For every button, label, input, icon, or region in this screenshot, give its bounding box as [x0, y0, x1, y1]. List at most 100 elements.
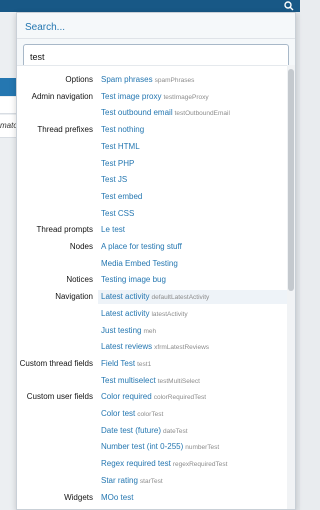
result-item[interactable]: Media Embed Testing: [98, 257, 287, 271]
result-item-label: Latest activity: [101, 308, 150, 318]
result-item[interactable]: Le test: [98, 223, 287, 237]
result-item[interactable]: Test CSS: [98, 207, 287, 221]
result-item-key: regexRequiredTest: [172, 461, 228, 469]
result-category-label: Thread prompts: [36, 225, 93, 235]
result-item-key: defaultLatestActivity: [151, 294, 210, 302]
result-row: Just testing meh: [17, 322, 287, 339]
result-item-label: Test CSS: [101, 208, 135, 218]
result-item-label: Date test (future): [101, 425, 162, 435]
result-row: Color test colorTest: [17, 405, 287, 422]
result-item[interactable]: Test multiselect testMultiSelect: [98, 374, 287, 388]
result-row: Star rating starTest: [17, 472, 287, 489]
result-item-key: latestActivity: [151, 310, 188, 318]
result-category-label: Nodes: [69, 242, 93, 251]
result-category-label: Widgets: [64, 492, 93, 502]
result-item-key: testOutboundEmail: [174, 110, 230, 118]
result-item[interactable]: Latest reviews xfrmLatestReviews: [98, 340, 287, 354]
result-item-label: A place for testing stuff: [101, 242, 182, 251]
result-category-label: Options: [65, 75, 93, 84]
result-item-label: Latest reviews: [101, 342, 153, 352]
result-item-key: testImageProxy: [163, 93, 209, 101]
search-dropdown: Search... Options Spam phrasesspamPhrases…: [16, 12, 296, 510]
result-item[interactable]: Star rating starTest: [98, 474, 287, 488]
result-item-label: Regex required test: [101, 459, 171, 469]
result-item[interactable]: Number test (int 0-255) numberTest: [98, 440, 287, 454]
result-item-key: meh: [143, 327, 157, 335]
result-item[interactable]: Spam phrases spamPhrases: [98, 73, 287, 87]
result-item[interactable]: Test outbound email testOutboundEmail: [98, 106, 287, 120]
result-item-label: Media Embed Testing: [101, 258, 178, 268]
result-item-key: spamPhrases: [154, 77, 195, 84]
background-page-right: [296, 12, 300, 510]
result-item[interactable]: Color required colorRequiredTest: [98, 390, 287, 404]
result-item-label: Testing image bug: [101, 275, 166, 285]
result-item[interactable]: Test nothing: [98, 123, 287, 137]
result-item[interactable]: Just testing meh: [98, 324, 287, 338]
result-item[interactable]: MOo test: [98, 491, 287, 505]
result-item[interactable]: Latest activity defaultLatestActivity: [98, 290, 287, 305]
result-item[interactable]: Test embed: [98, 190, 287, 204]
result-item-label: MOo test: [101, 492, 134, 502]
result-row: Custom user fields Color required colorReq…: [17, 388, 287, 405]
result-item-label: Color test: [101, 409, 136, 418]
result-item-label: Color required: [101, 392, 152, 402]
result-row: Test PHP: [17, 155, 287, 172]
result-item-key: colorTest: [137, 411, 164, 418]
result-item[interactable]: Testing image bug: [98, 273, 287, 287]
search-icon[interactable]: [282, 0, 296, 12]
result-item[interactable]: Test HTML: [98, 140, 287, 154]
result-row: Latest activity latestActivity: [17, 305, 287, 322]
result-item-key: numberTest: [185, 444, 220, 452]
result-row: Regex required test regexRequiredTest: [17, 455, 287, 472]
result-row: Test CSS: [17, 205, 287, 222]
result-row: Test outbound email testOutboundEmail: [17, 104, 287, 121]
result-row: Options Spam phrases spamPhrases: [17, 71, 287, 88]
result-item[interactable]: Test PHP: [98, 157, 287, 171]
result-item[interactable]: Regex required test regexRequiredTest: [98, 457, 287, 471]
result-row: Date test (future) dateTest: [17, 422, 287, 439]
result-item-label: Test HTML: [101, 141, 140, 151]
result-category-label: Custom thread fields: [19, 358, 93, 368]
result-row: Number test (int 0-255) numberTest: [17, 438, 287, 455]
result-category-label: Notices: [66, 275, 93, 285]
result-item-label: Field Test: [101, 358, 136, 368]
result-item[interactable]: Color test colorTest: [98, 407, 287, 421]
result-row: Notices Testing image bug: [17, 271, 287, 288]
result-item-key: starTest: [139, 477, 163, 485]
result-item-label: Spam phrases: [101, 75, 153, 84]
result-item-label: Test embed: [101, 191, 143, 201]
result-item[interactable]: Field Test test1: [98, 357, 287, 371]
result-row: Test HTML: [17, 138, 287, 155]
result-row: Thread prefixes Test nothing: [17, 121, 287, 138]
result-item[interactable]: Test image proxy testImageProxy: [98, 90, 287, 104]
result-item-label: Le test: [101, 225, 126, 235]
result-row: Navigation Latest activity defaultLatestAc…: [17, 288, 287, 305]
result-item-label: Test outbound email: [101, 108, 173, 118]
result-row: Widgets MOo test: [17, 489, 287, 506]
result-row: Test multiselect testMultiSelect: [17, 372, 287, 389]
result-item-label: Test PHP: [101, 158, 135, 168]
result-item-label: Just testing: [101, 325, 142, 335]
result-category-label: Navigation: [55, 292, 93, 302]
result-item-label: Star rating: [101, 475, 138, 485]
result-row: Latest reviews xfrmLatestReviews: [17, 338, 287, 355]
results-scrollbar-thumb[interactable]: [288, 69, 294, 291]
result-row: Admin navigation Test image proxy testImag…: [17, 88, 287, 105]
result-item[interactable]: A place for testing stuff: [98, 240, 287, 254]
result-row: Thread prompts Le test: [17, 221, 287, 238]
result-item[interactable]: Latest activity latestActivity: [98, 307, 287, 321]
result-category-label: Custom user fields: [26, 392, 93, 402]
result-item[interactable]: Test JS: [98, 173, 287, 187]
result-item-label: Test image proxy: [101, 91, 162, 101]
result-item-key: testMultiSelect: [157, 377, 200, 385]
background-row: mato: [0, 115, 18, 138]
result-item[interactable]: Date test (future) dateTest: [98, 424, 287, 438]
result-row: Test JS: [17, 171, 287, 188]
result-item-key: test1: [137, 360, 152, 368]
result-row: Media Embed Testing: [17, 255, 287, 272]
background-row: [0, 97, 16, 114]
result-row: Nodes A place for testing stuff: [17, 238, 287, 255]
background-header-band: [0, 78, 16, 96]
search-dropdown-header: Search...: [17, 13, 295, 39]
results-scrollbar[interactable]: [287, 65, 295, 509]
